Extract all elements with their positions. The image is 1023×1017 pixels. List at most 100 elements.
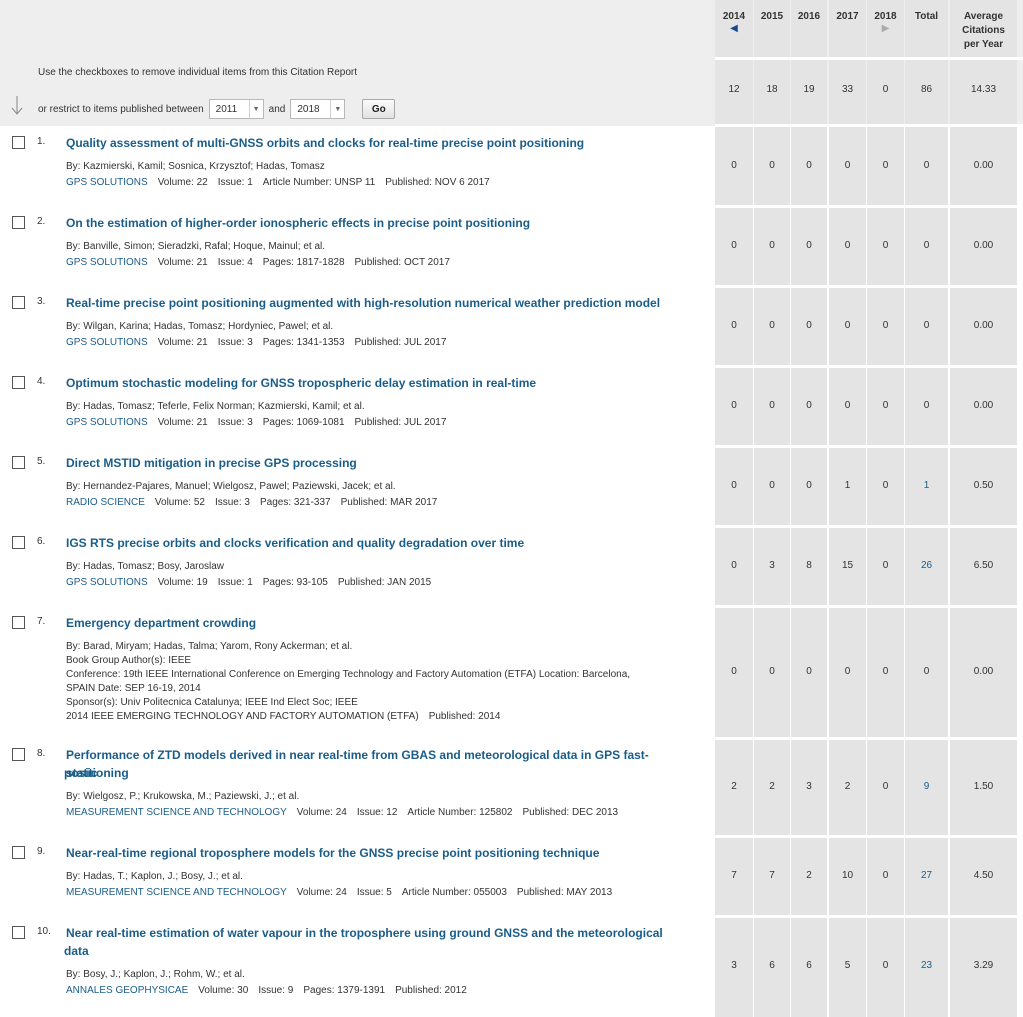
chevron-down-icon: ▼ [330,100,344,118]
triangle-left-icon[interactable]: ◀ [715,24,753,34]
citation-count-cell: 0 [806,480,812,491]
column-total: Total 86 0 0 0 0 1 26 0 9 27 23 [905,0,948,1017]
record-checkbox[interactable] [12,376,25,389]
record-source-line: ANNALES GEOPHYSICAE Volume: 30 Issue: 9 Pag… [66,984,676,998]
record-title-link[interactable]: Direct MSTID mitigation in precise GPS p… [66,454,666,472]
record-number: 6. [37,536,46,547]
record-checkbox[interactable] [12,136,25,149]
pages-text: Pages: 321-337 [259,497,331,508]
from-year-select[interactable]: 2011 ▼ [208,99,264,119]
to-year-select[interactable]: 2018 ▼ [290,99,346,119]
journal-link[interactable]: GPS SOLUTIONS [66,257,148,268]
summary-count-avg: 14.33 [970,84,997,95]
record-title-link[interactable]: positioning [64,764,664,782]
volume-text: Volume: 52 [154,497,205,508]
citation-count-cell: 0 [731,240,737,251]
record-checkbox[interactable] [12,536,25,549]
record-title-link[interactable]: Near real-time estimation of water vapou… [66,924,666,942]
citation-count-cell: 6 [806,960,812,971]
journal-link[interactable]: GPS SOLUTIONS [66,177,148,188]
citation-count-cell: 0 [806,400,812,411]
column-header-y2018: 2018 ▶ [867,10,904,34]
go-button[interactable]: Go [362,99,396,119]
total-citations-link[interactable]: 1 [905,480,948,491]
record-title-link[interactable]: Emergency department crowding [66,614,666,632]
row-separator [715,525,1023,528]
record-authors: By: Banville, Simon; Sieradzki, Rafal; H… [66,241,326,252]
citation-count-cell: 0 [769,320,775,331]
column-header-y2014: 2014 ◀ [715,10,753,34]
summary-count-total: 86 [920,84,933,95]
total-citations-link[interactable]: 23 [905,960,948,971]
citation-count-cell: 2 [731,781,737,792]
avg-header-line: Citations [962,25,1005,36]
column-header-total: Total [905,10,948,24]
issue-text: Issue: 3 [214,497,250,508]
column-header-y2016: 2016 [791,10,827,24]
citation-count-cell: 3.29 [973,960,994,971]
record-authors: By: Hadas, Tomasz; Teferle, Felix Norman… [66,401,365,412]
record-title-link[interactable]: Quality assessment of multi-GNSS orbits … [66,134,666,152]
column-header-label: 2016 [797,11,821,22]
citation-count-cell: 0 [844,160,851,171]
volume-text: Volume: 22 [157,177,208,188]
record-title-link[interactable]: Near-real-time regional troposphere mode… [66,844,666,862]
summary-count-y2018: 0 [882,84,889,95]
citation-count-cell: 0.00 [973,160,994,171]
triangle-right-icon: ▶ [881,23,890,34]
citation-count-cell: 6.50 [973,560,994,571]
journal-link[interactable]: GPS SOLUTIONS [66,417,148,428]
record-number: 7. [37,616,46,627]
record-source-line: MEASUREMENT SCIENCE AND TECHNOLOGY Volume… [66,886,676,900]
published-text: Published: 2014 [428,711,501,722]
citation-count-cell: 15 [841,560,854,571]
record-item: 6. IGS RTS precise orbits and clocks veri… [0,536,712,616]
total-citations-link[interactable]: 9 [905,781,948,792]
row-separator [715,445,1023,448]
volume-text: Volume: 24 [296,807,347,818]
journal-link[interactable]: GPS SOLUTIONS [66,337,148,348]
down-arrow-icon [11,96,23,115]
record-checkbox[interactable] [12,846,25,859]
published-text: Published: OCT 2017 [354,257,450,268]
record-checkbox[interactable] [12,616,25,629]
record-title-link[interactable]: data [64,942,664,960]
citation-count-cell: 0 [923,400,930,411]
record-checkbox[interactable] [12,456,25,469]
pages-text: Pages: 1069-1081 [262,417,345,428]
published-text: Published: 2012 [395,985,467,996]
citation-count-cell: 0 [882,480,889,491]
record-checkbox[interactable] [12,748,25,761]
citation-count-cell: 5 [844,960,851,971]
citation-count-cell: 1 [844,480,851,491]
citation-count-cell: 0 [882,400,889,411]
summary-count-y2016: 19 [803,84,815,95]
journal-link[interactable]: GPS SOLUTIONS [66,577,148,588]
record-source-line: RADIO SCIENCE Volume: 52 Issue: 3 Pages: 32… [66,496,676,510]
record-number: 2. [37,216,46,227]
record-checkbox[interactable] [12,296,25,309]
record-title-link[interactable]: IGS RTS precise orbits and clocks verifi… [66,534,666,552]
journal-link[interactable]: MEASUREMENT SCIENCE AND TECHNOLOGY [66,807,287,818]
citation-count-cell: 2 [769,781,775,792]
citation-count-cell: 1.50 [973,781,994,792]
citation-count-cell: 0 [882,160,889,171]
pages-text: Article Number: 055003 [401,887,507,898]
issue-text: Issue: 12 [356,807,398,818]
row-separator [715,835,1023,838]
summary-count-y2014: 12 [728,84,740,95]
total-citations-link[interactable]: 27 [905,870,948,881]
volume-text: Volume: 30 [198,985,249,996]
journal-link[interactable]: RADIO SCIENCE [66,497,145,508]
citation-count-cell: 0 [844,320,851,331]
citation-count-cell: 7 [731,870,737,881]
journal-link[interactable]: ANNALES GEOPHYSICAE [66,985,188,996]
citation-count-cell: 0 [769,480,775,491]
record-title-link[interactable]: On the estimation of higher-order ionosp… [66,214,666,232]
record-checkbox[interactable] [12,926,25,939]
total-citations-link[interactable]: 26 [905,560,948,571]
record-title-link[interactable]: Real-time precise point positioning augm… [66,294,666,312]
record-checkbox[interactable] [12,216,25,229]
record-title-link[interactable]: Optimum stochastic modeling for GNSS tro… [66,374,666,392]
journal-link[interactable]: MEASUREMENT SCIENCE AND TECHNOLOGY [66,887,287,898]
